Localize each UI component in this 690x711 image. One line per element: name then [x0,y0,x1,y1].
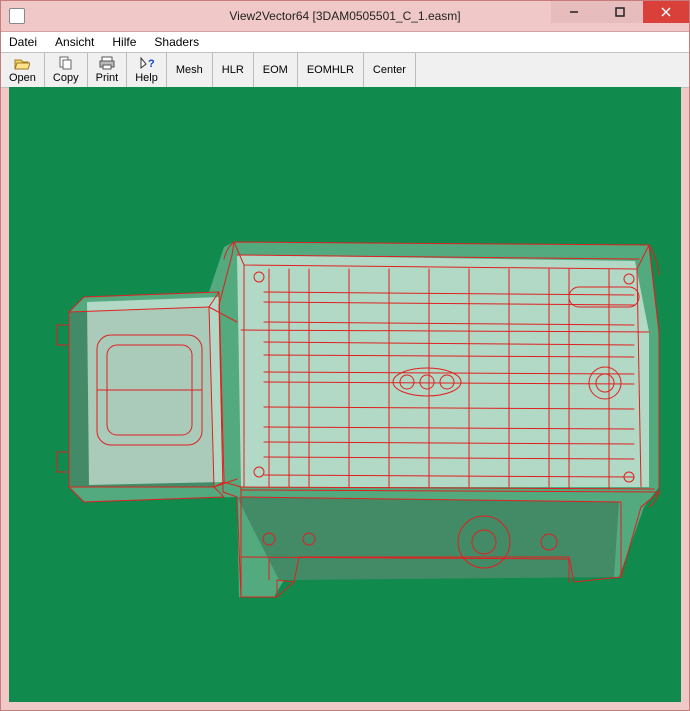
menu-view[interactable]: Ansicht [53,34,96,50]
toolbar: Open Copy Print ? Help Mesh HLR EOM [1,52,689,88]
model-render [9,87,681,702]
mesh-label: Mesh [176,63,203,77]
copy-button[interactable]: Copy [45,53,88,87]
hlr-button[interactable]: HLR [213,53,254,87]
maximize-button[interactable] [597,1,643,23]
viewport-container [9,87,681,702]
minimize-icon [569,7,579,17]
menu-help[interactable]: Hilfe [110,34,138,50]
help-icon: ? [139,55,155,71]
eomhlr-button[interactable]: EOMHLR [298,53,364,87]
open-button[interactable]: Open [1,53,45,87]
eom-button[interactable]: EOM [254,53,298,87]
eom-label: EOM [263,63,288,77]
toolbar-spacer [416,53,689,87]
help-label: Help [135,71,158,85]
viewport-3d[interactable] [9,87,681,702]
menu-shaders[interactable]: Shaders [152,34,201,50]
open-icon [14,55,30,71]
eomhlr-label: EOMHLR [307,63,354,77]
close-icon [661,7,671,17]
hlr-label: HLR [222,63,244,77]
open-label: Open [9,71,36,85]
center-button[interactable]: Center [364,53,416,87]
menu-bar: Datei Ansicht Hilfe Shaders [1,31,689,52]
print-icon [99,55,115,71]
menu-file[interactable]: Datei [7,34,39,50]
help-button[interactable]: ? Help [127,53,167,87]
svg-text:?: ? [148,58,155,70]
copy-label: Copy [53,71,79,85]
print-label: Print [96,71,119,85]
copy-icon [58,55,74,71]
center-label: Center [373,63,406,77]
app-window: View2Vector64 [3DAM0505501_C_1.easm] Dat… [0,0,690,711]
print-button[interactable]: Print [88,53,128,87]
maximize-icon [615,7,625,17]
minimize-button[interactable] [551,1,597,23]
mesh-button[interactable]: Mesh [167,53,213,87]
window-controls [551,1,689,23]
close-button[interactable] [643,1,689,23]
title-bar: View2Vector64 [3DAM0505501_C_1.easm] [1,1,689,31]
app-icon [9,8,25,24]
